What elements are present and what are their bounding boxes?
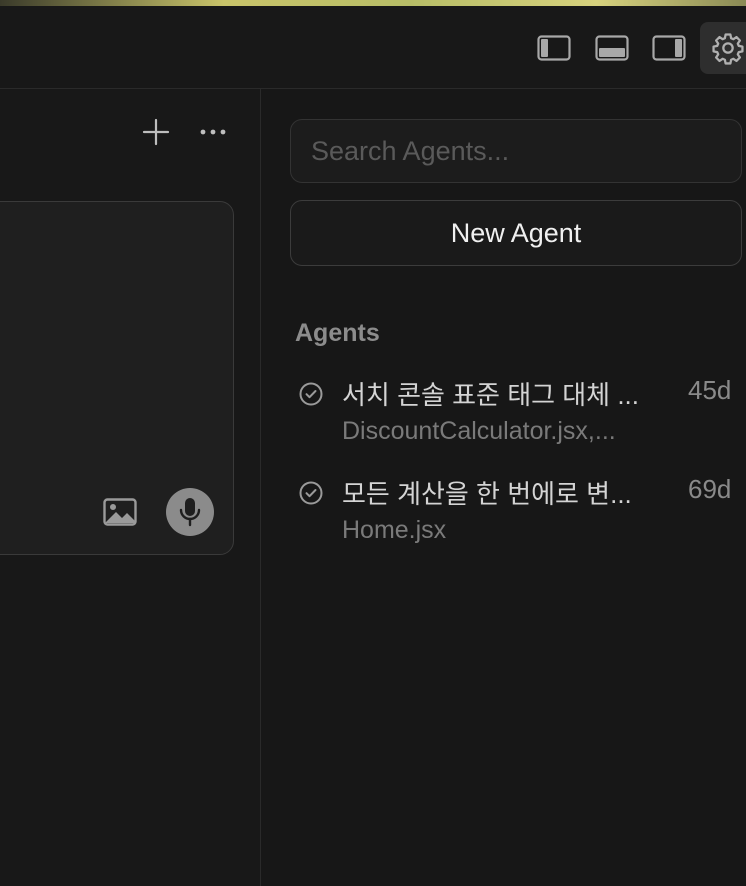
plus-icon	[142, 118, 170, 146]
microphone-icon	[179, 498, 201, 527]
check-circle-icon	[299, 382, 323, 406]
panel-bottom-icon	[595, 35, 629, 61]
agents-panel: New Agent Agents 서치 콘솔 표준 태그 대체 ... 45d …	[261, 89, 746, 886]
sidebar-left-icon	[537, 35, 571, 61]
title-bar	[0, 6, 746, 89]
new-agent-button[interactable]: New Agent	[290, 200, 742, 266]
chat-input-box[interactable]	[0, 201, 234, 555]
attach-image-button[interactable]	[102, 496, 138, 528]
agent-title: 서치 콘솔 표준 태그 대체 ...	[342, 380, 639, 410]
voice-input-button[interactable]	[166, 488, 214, 536]
search-agents-input[interactable]	[290, 119, 742, 183]
agent-age: 45d	[688, 375, 732, 405]
agents-section-title: Agents	[295, 319, 380, 347]
toggle-right-sidebar-button[interactable]	[643, 22, 695, 74]
chat-pane	[0, 89, 261, 886]
gear-icon	[712, 33, 744, 65]
agent-title: 모든 계산을 한 번에로 변...	[342, 479, 632, 509]
agent-files: Home.jsx	[342, 516, 447, 544]
check-circle-icon	[299, 481, 323, 505]
settings-button[interactable]	[700, 22, 746, 74]
toggle-left-sidebar-button[interactable]	[528, 22, 580, 74]
sidebar-right-icon	[652, 35, 686, 61]
agent-list-item[interactable]: 모든 계산을 한 번에로 변... 69d Home.jsx	[295, 474, 745, 564]
agent-age: 69d	[688, 474, 732, 504]
new-chat-button[interactable]	[138, 114, 174, 150]
agent-list-item[interactable]: 서치 콘솔 표준 태그 대체 ... 45d DiscountCalculato…	[295, 375, 745, 465]
image-icon	[103, 498, 137, 526]
more-options-button[interactable]	[195, 114, 231, 150]
agent-files: DiscountCalculator.jsx,...	[342, 417, 616, 445]
ellipsis-icon	[200, 129, 226, 135]
toggle-bottom-panel-button[interactable]	[586, 22, 638, 74]
